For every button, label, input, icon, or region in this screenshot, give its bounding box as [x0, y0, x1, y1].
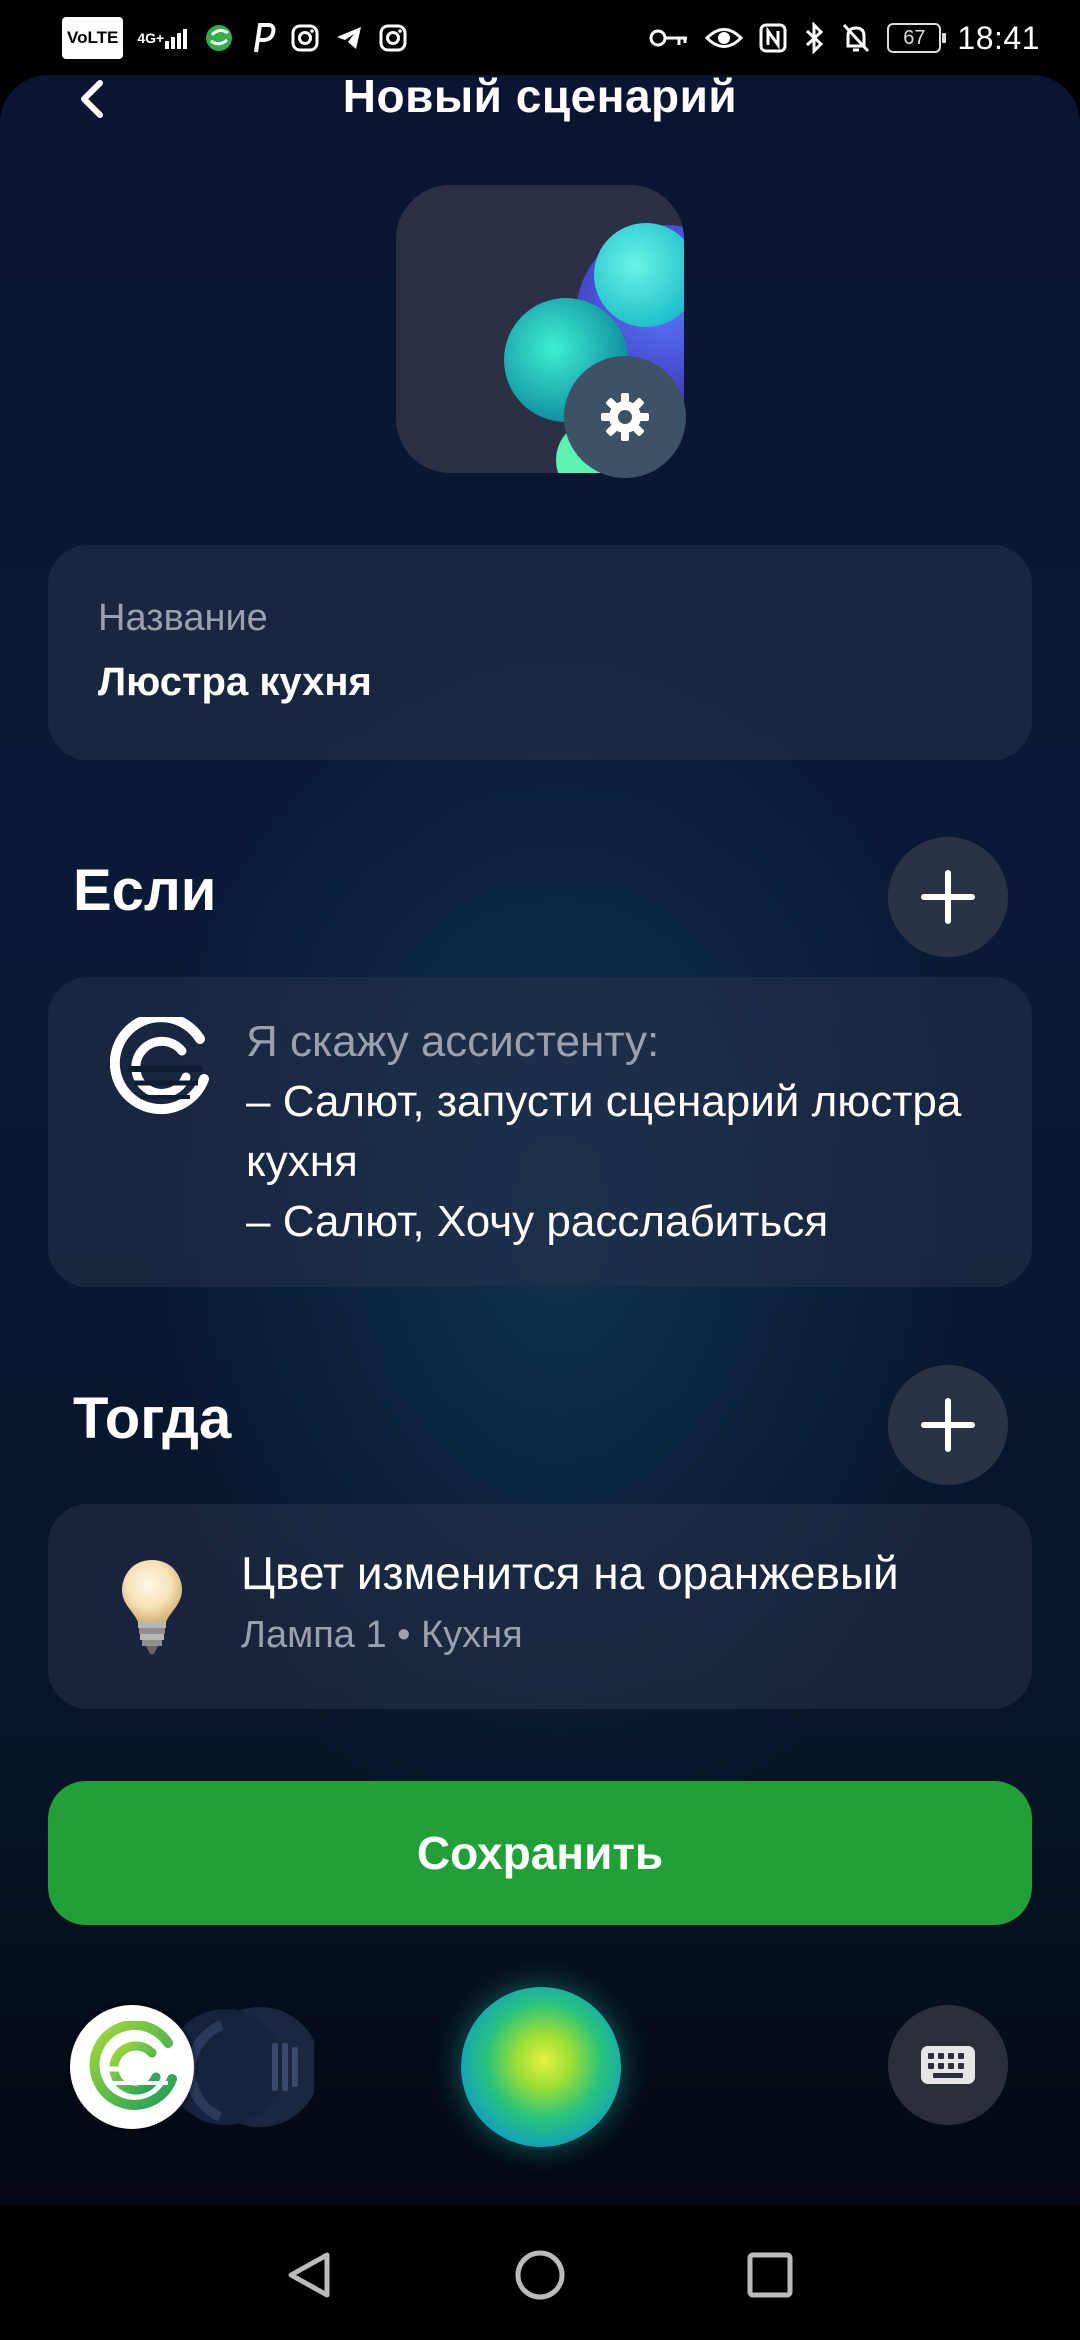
- condition-phrase: – Салют, запусти сценарий люстра кухня: [246, 1077, 962, 1186]
- add-condition-button[interactable]: [888, 837, 1008, 957]
- eye-icon: [705, 20, 744, 56]
- nav-recents-button[interactable]: [740, 2245, 800, 2305]
- key-icon: [649, 20, 689, 56]
- status-time: 18:41: [957, 19, 1040, 56]
- action-subtitle: Лампа 1 • Кухня: [241, 1614, 523, 1656]
- cover-settings-button[interactable]: [564, 356, 686, 478]
- scenario-editor-screen: Новый сценарий Название Люстра кухня Есл…: [0, 75, 1080, 2205]
- page-title: Новый сценарий: [342, 75, 738, 122]
- name-field-label: Название: [98, 597, 268, 639]
- keyboard-icon: [921, 2046, 975, 2084]
- mute-icon: [841, 20, 871, 56]
- then-section-title: Тогда: [73, 1386, 232, 1451]
- volte-icon: VoLTE: [62, 17, 124, 59]
- plus-icon: [921, 1398, 975, 1452]
- status-left-icons: VoLTE 4G+: [62, 17, 408, 59]
- action-title: Цвет изменится на оранжевый: [241, 1547, 899, 1599]
- condition-heading: Я скажу ассистенту:: [246, 1017, 660, 1066]
- plus-icon: [921, 870, 975, 924]
- name-field[interactable]: Название Люстра кухня: [48, 545, 1032, 760]
- lightbulb-icon: [116, 1556, 188, 1656]
- condition-phrase: – Салют, Хочу расслабиться: [246, 1197, 829, 1246]
- gear-icon: [601, 393, 649, 441]
- salute-app-icon: [204, 20, 234, 56]
- back-triangle-icon: [288, 2252, 330, 2298]
- nav-back-button[interactable]: [279, 2245, 339, 2305]
- nav-home-button[interactable]: [510, 2245, 570, 2305]
- status-bar: VoLTE 4G+ 67 18:41: [0, 0, 1080, 75]
- signal-4g-icon: 4G+: [137, 20, 190, 56]
- salute-logo-icon: [109, 1012, 210, 1117]
- condition-card[interactable]: Я скажу ассистенту: – Салют, запусти сце…: [48, 977, 1032, 1287]
- status-right-icons: 67 18:41: [649, 18, 1040, 58]
- instagram-icon: [290, 20, 320, 56]
- action-card[interactable]: Цвет изменится на оранжевый Лампа 1 • Ку…: [48, 1504, 1032, 1709]
- system-nav-bar: [0, 2205, 1080, 2340]
- recents-square-icon: [747, 2252, 793, 2298]
- p-app-icon: [248, 20, 276, 56]
- nfc-icon: [759, 20, 787, 56]
- keyboard-button[interactable]: [888, 2005, 1008, 2125]
- bluetooth-icon: [803, 20, 825, 56]
- telegram-icon: [334, 20, 364, 56]
- battery-indicator: 67: [887, 23, 947, 53]
- name-field-value[interactable]: Люстра кухня: [98, 660, 372, 705]
- home-circle-icon: [515, 2250, 565, 2300]
- save-button[interactable]: Сохранить: [48, 1781, 1032, 1925]
- salute-assistant-icon[interactable]: [70, 2005, 194, 2129]
- instagram-icon: [378, 20, 408, 56]
- if-section-title: Если: [73, 858, 217, 923]
- add-action-button[interactable]: [888, 1365, 1008, 1485]
- voice-orb-icon[interactable]: [461, 1987, 621, 2147]
- condition-text: Я скажу ассистенту: – Салют, запусти сце…: [246, 1012, 1006, 1252]
